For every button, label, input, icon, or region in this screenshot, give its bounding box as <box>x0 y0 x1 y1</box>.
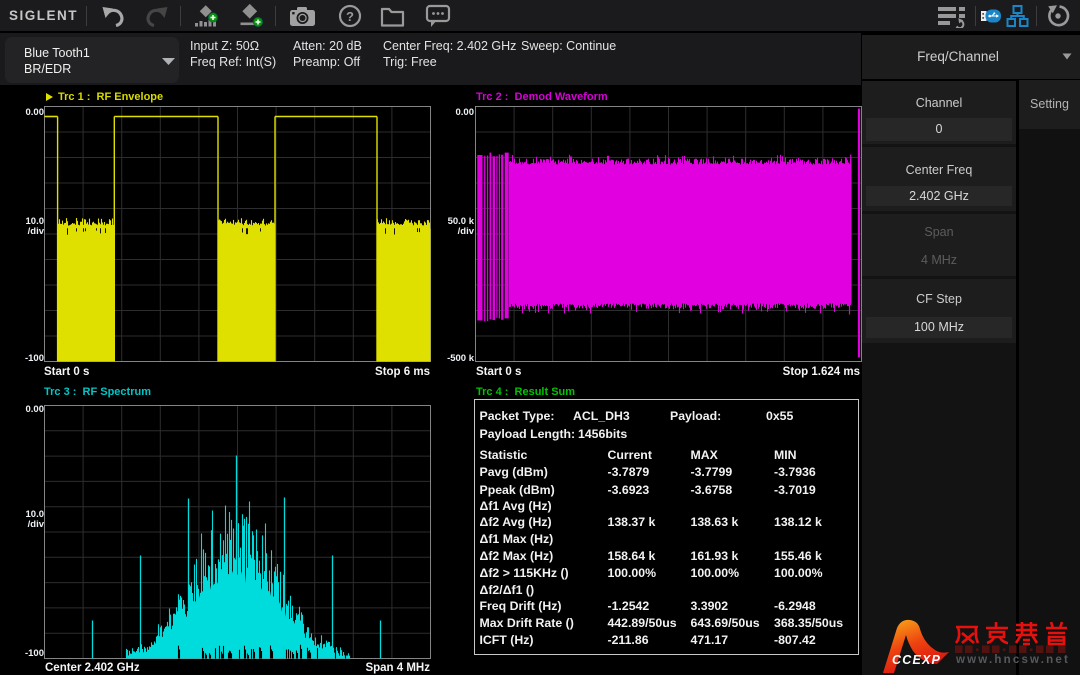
svg-text:?: ? <box>346 9 354 24</box>
svg-text:CCEXP: CCEXP <box>892 653 941 667</box>
